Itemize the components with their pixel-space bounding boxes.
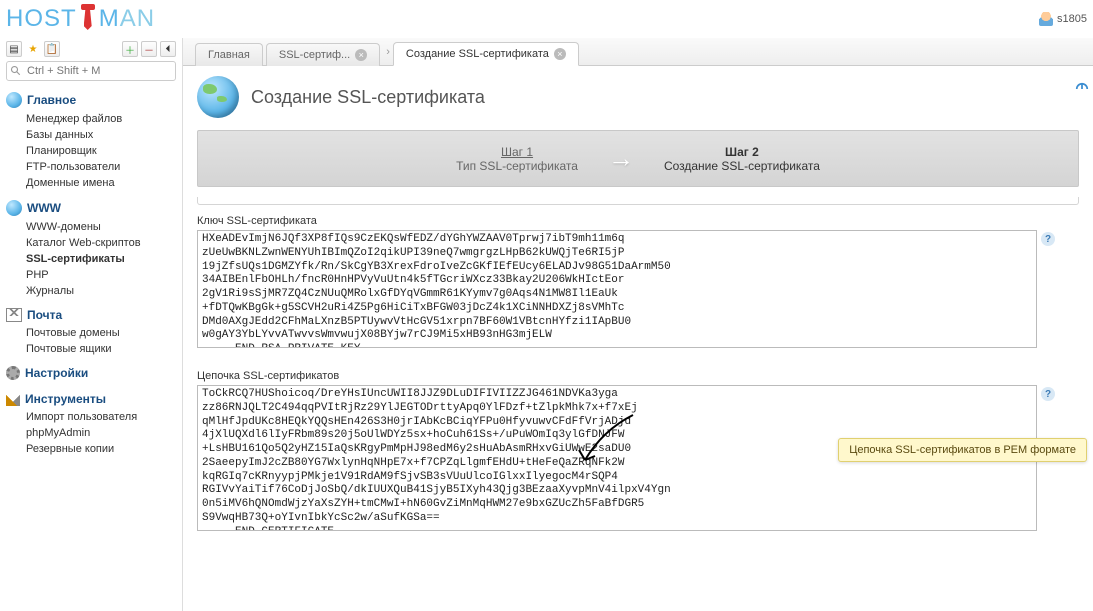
user-icon [1039, 12, 1053, 26]
wizard-steps: Шаг 1 Тип SSL-сертификата → Шаг 2 Создан… [197, 130, 1079, 187]
nav-head-settings[interactable]: Настройки [6, 363, 176, 383]
chevron-right-icon: › [386, 46, 390, 58]
toolbar-pin-icon[interactable]: ⏴ [160, 41, 176, 57]
nav-item-ftpusers[interactable]: FTP-пользователи [26, 159, 176, 175]
nav-item-databases[interactable]: Базы данных [26, 127, 176, 143]
nav-item-domains[interactable]: Доменные имена [26, 175, 176, 191]
gear-icon [6, 366, 20, 380]
logo[interactable]: HOSTMAN [6, 4, 155, 34]
tie-icon [79, 4, 97, 34]
sidebar: ▤ ★ 📋 ＋ － ⏴ Главное Менеджер файлов Базы… [0, 38, 183, 611]
nav-head-tools[interactable]: Инструменты [6, 389, 176, 409]
page-title: Создание SSL-сертификата [251, 87, 485, 108]
nav-item-sslcerts[interactable]: SSL-сертификаты [26, 251, 176, 267]
sidebar-toolbar: ▤ ★ 📋 ＋ － ⏴ [6, 41, 176, 57]
tab-sslcerts[interactable]: SSL-сертиф...× [266, 43, 380, 66]
nav-item-mailboxes[interactable]: Почтовые ящики [26, 341, 176, 357]
toolbar-remove-icon[interactable]: － [141, 41, 157, 57]
nav-item-scheduler[interactable]: Планировщик [26, 143, 176, 159]
chain-tooltip: Цепочка SSL-сертификатов в PEM формате [838, 438, 1087, 462]
search-input[interactable] [6, 61, 176, 81]
step-2: Шаг 2 Создание SSL-сертификата [664, 145, 820, 173]
main-area: Главная SSL-сертиф...× › Создание SSL-се… [183, 38, 1093, 611]
step-1[interactable]: Шаг 1 Тип SSL-сертификата [456, 145, 578, 173]
nav-item-importuser[interactable]: Импорт пользователя [26, 409, 176, 425]
toolbar-list-icon[interactable]: ▤ [6, 41, 22, 57]
nav-item-backups[interactable]: Резервные копии [26, 441, 176, 457]
user-box[interactable]: s1805 [1039, 12, 1087, 26]
nav-item-logs[interactable]: Журналы [26, 283, 176, 299]
search-icon [10, 65, 22, 77]
nav-item-phpmyadmin[interactable]: phpMyAdmin [26, 425, 176, 441]
close-icon[interactable]: × [355, 49, 367, 61]
ssl-key-textarea[interactable] [197, 230, 1037, 348]
nav-item-webscripts[interactable]: Каталог Web-скриптов [26, 235, 176, 251]
nav-head-www[interactable]: WWW [6, 197, 176, 219]
tab-home[interactable]: Главная [195, 43, 263, 66]
ssl-chain-label: Цепочка SSL-сертификатов [197, 370, 1079, 382]
toolbar-star-icon[interactable]: ★ [25, 41, 41, 57]
toolbar-paste-icon[interactable]: 📋 [44, 41, 60, 57]
page-globe-icon [197, 76, 239, 118]
nav-item-wwwdomains[interactable]: WWW-домены [26, 219, 176, 235]
arrow-right-icon: → [608, 143, 634, 174]
nav-item-filemanager[interactable]: Менеджер файлов [26, 111, 176, 127]
nav-item-maildomains[interactable]: Почтовые домены [26, 325, 176, 341]
globe-icon [6, 200, 22, 216]
tab-createssl[interactable]: Создание SSL-сертификата× [393, 42, 579, 66]
mail-icon [6, 308, 22, 322]
ssl-key-label: Ключ SSL-сертификата [197, 215, 1079, 227]
nav-head-mail[interactable]: Почта [6, 305, 176, 325]
help-icon[interactable]: ? [1041, 387, 1055, 401]
tools-icon [6, 392, 20, 406]
globe-icon [6, 92, 22, 108]
tab-bar: Главная SSL-сертиф...× › Создание SSL-се… [183, 38, 1093, 66]
help-icon[interactable]: ? [1041, 232, 1055, 246]
toolbar-add-icon[interactable]: ＋ [122, 41, 138, 57]
user-name: s1805 [1057, 13, 1087, 25]
nav-head-main[interactable]: Главное [6, 89, 176, 111]
nav-item-php[interactable]: PHP [26, 267, 176, 283]
close-icon[interactable]: × [554, 48, 566, 60]
collapse-icon[interactable] [1075, 82, 1089, 96]
